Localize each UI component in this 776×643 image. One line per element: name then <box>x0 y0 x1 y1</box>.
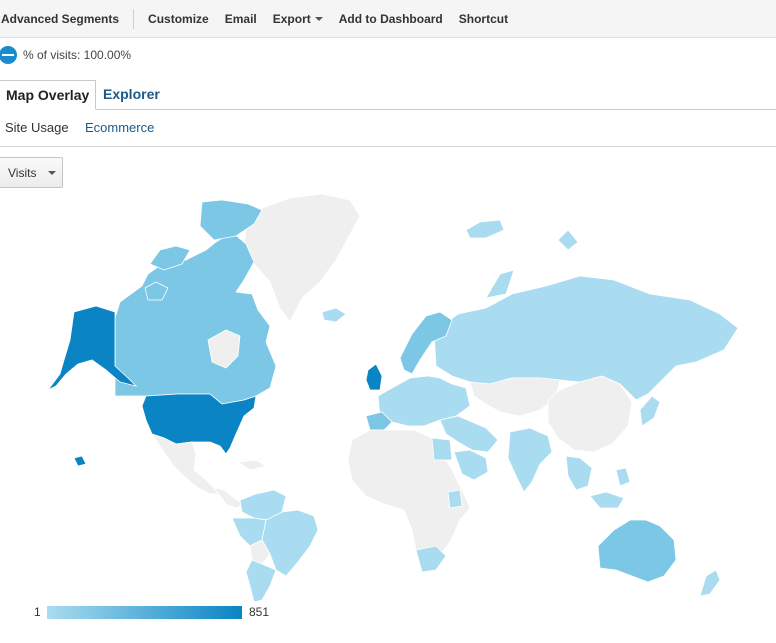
chevron-down-icon <box>48 170 57 175</box>
subtab-ecommerce[interactable]: Ecommerce <box>85 120 154 135</box>
country-china[interactable] <box>547 375 633 453</box>
toolbar-divider <box>133 8 135 29</box>
shortcut-button[interactable]: Shortcut <box>451 12 516 26</box>
add-to-dashboard-button[interactable]: Add to Dashboard <box>331 12 451 26</box>
country-united-kingdom[interactable] <box>365 363 383 391</box>
central-asia[interactable] <box>469 377 561 417</box>
legend-min-value: 1 <box>34 605 41 619</box>
country-new-zealand[interactable] <box>699 569 721 597</box>
export-button[interactable]: Export <box>265 12 331 26</box>
country-kenya[interactable] <box>447 489 463 509</box>
report-toolbar: Advanced Segments Customize Email Export… <box>0 0 776 38</box>
metric-select-value: Visits <box>8 165 37 180</box>
email-button[interactable]: Email <box>217 12 265 26</box>
country-iceland[interactable] <box>321 307 347 323</box>
country-egypt[interactable] <box>431 437 453 461</box>
customize-button[interactable]: Customize <box>140 12 217 26</box>
chevron-down-icon <box>314 16 323 21</box>
legend-max-value: 851 <box>249 605 270 619</box>
country-brazil[interactable] <box>261 509 319 577</box>
legend-gradient-bar <box>47 606 242 619</box>
segment-percent-label: % of visits: 100.00% <box>23 48 132 62</box>
advanced-segments-button[interactable]: Advanced Segments <box>0 12 133 26</box>
country-russia[interactable] <box>433 229 739 401</box>
world-map <box>47 193 739 602</box>
country-saudi-arabia[interactable] <box>453 449 489 481</box>
country-united-states[interactable] <box>73 393 257 467</box>
tab-explorer[interactable]: Explorer <box>103 80 160 110</box>
country-argentina-chile[interactable] <box>245 559 277 602</box>
country-australia[interactable] <box>597 519 677 583</box>
metric-group-tabs: Site Usage Ecommerce <box>0 110 776 147</box>
metric-select[interactable]: Visits <box>0 157 63 188</box>
segment-pie-icon <box>0 46 17 64</box>
country-greenland[interactable] <box>243 193 361 323</box>
export-label: Export <box>272 11 311 26</box>
southeast-asia[interactable] <box>565 455 631 509</box>
country-japan[interactable] <box>639 395 661 427</box>
tab-map-overlay[interactable]: Map Overlay <box>0 80 96 110</box>
country-india[interactable] <box>507 427 553 493</box>
subtab-site-usage[interactable]: Site Usage <box>5 120 69 135</box>
view-tabs: Map Overlay Explorer <box>0 80 776 110</box>
svalbard[interactable] <box>465 219 505 239</box>
segment-indicator: % of visits: 100.00% <box>0 44 131 66</box>
